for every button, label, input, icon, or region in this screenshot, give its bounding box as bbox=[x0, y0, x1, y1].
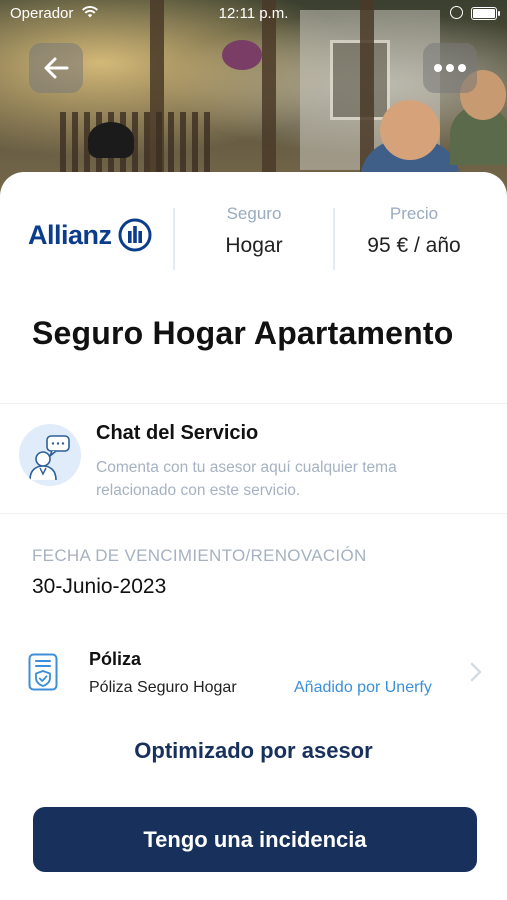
service-chat-row[interactable]: Chat del Servicio Comenta con tu asesor … bbox=[0, 404, 507, 512]
due-date-label: FECHA DE VENCIMIENTO/RENOVACIÓN bbox=[32, 546, 367, 565]
report-incident-button[interactable]: Tengo una incidencia bbox=[33, 807, 477, 872]
policy-document-icon bbox=[28, 653, 58, 691]
insurance-summary: Allianz Seguro Hogar Precio 95 € / año bbox=[0, 172, 507, 282]
policy-added-by: Añadido por Unerfy bbox=[294, 679, 432, 696]
divider bbox=[173, 208, 175, 270]
policy-title: Póliza bbox=[89, 649, 142, 669]
optimized-label: Optimizado por asesor bbox=[134, 738, 373, 763]
advisor-chat-icon bbox=[19, 424, 81, 486]
orientation-lock-icon bbox=[450, 6, 463, 19]
chat-title: Chat del Servicio bbox=[96, 422, 259, 444]
insurance-price: Precio 95 € / año bbox=[354, 204, 474, 258]
policy-subtitle: Póliza Seguro Hogar bbox=[89, 679, 237, 696]
price-label: Precio bbox=[389, 204, 439, 223]
policy-row[interactable]: Póliza Póliza Seguro Hogar Añadido por U… bbox=[0, 637, 507, 707]
due-date-value: 30-Junio-2023 bbox=[32, 575, 167, 598]
insurance-type: Seguro Hogar bbox=[194, 204, 314, 258]
allianz-logo-icon bbox=[118, 218, 152, 252]
chat-description: Comenta con tu asesor aquí cualquier tem… bbox=[96, 459, 397, 499]
insurance-type-label: Seguro bbox=[226, 204, 282, 223]
brand-logo: Allianz bbox=[28, 218, 152, 252]
brand-name: Allianz bbox=[28, 219, 112, 250]
page-title: Seguro Hogar Apartamento bbox=[32, 315, 454, 351]
battery-icon bbox=[471, 7, 500, 20]
divider bbox=[333, 208, 335, 270]
detail-card: Allianz Seguro Hogar Precio 95 € / año S… bbox=[0, 172, 507, 900]
chevron-right-icon bbox=[470, 662, 482, 682]
more-horizontal-icon bbox=[434, 64, 466, 72]
more-options-button[interactable] bbox=[423, 43, 477, 93]
back-button[interactable] bbox=[29, 43, 83, 93]
price-value: 95 € / año bbox=[367, 234, 461, 257]
status-bar: Operador 12:11 p.m. bbox=[0, 0, 507, 28]
clock: 12:11 p.m. bbox=[218, 5, 289, 22]
arrow-left-icon bbox=[44, 57, 69, 79]
insurance-type-value: Hogar bbox=[225, 234, 283, 257]
divider bbox=[0, 513, 507, 514]
